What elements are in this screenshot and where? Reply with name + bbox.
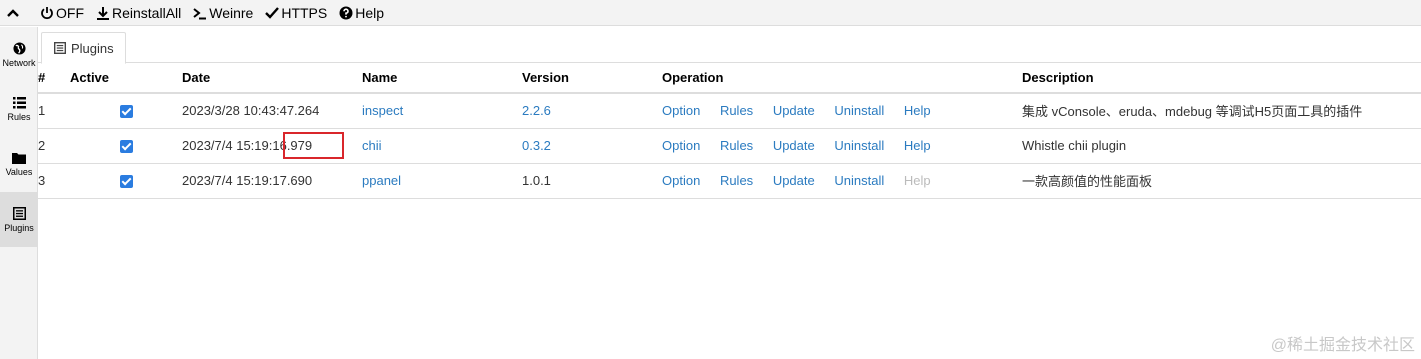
- version-cell: 2.2.6: [522, 93, 662, 129]
- tab-label: Plugins: [71, 40, 114, 56]
- sidebar-item-plugins[interactable]: Plugins: [0, 192, 37, 247]
- header-version: Version: [522, 63, 662, 94]
- version-cell: 0.3.2: [522, 128, 662, 164]
- uninstall-link[interactable]: Uninstall: [834, 103, 884, 118]
- table-row: 3 2023/7/4 15:19:17.690 ppanel 1.0.1 Opt…: [38, 163, 1421, 199]
- name-cell: ppanel: [362, 163, 522, 199]
- help-link[interactable]: Help: [904, 138, 931, 153]
- toggle-off-label: OFF: [56, 4, 84, 21]
- list-alt-icon: [12, 206, 26, 220]
- sidebar-item-network[interactable]: Network: [0, 27, 37, 82]
- watermark: @稀土掘金技术社区: [1270, 337, 1415, 354]
- sidebar-item-label: Rules: [7, 112, 31, 122]
- check-icon: [265, 6, 280, 19]
- update-link[interactable]: Update: [773, 173, 815, 188]
- https-label: HTTPS: [281, 4, 328, 21]
- active-cell: [70, 163, 182, 199]
- top-toolbar: OFF ReinstallAll Weinre HTTPS Help: [0, 0, 1421, 26]
- header-operation: Operation: [662, 63, 1022, 94]
- rules-link[interactable]: Rules: [720, 138, 753, 153]
- toggle-off-button[interactable]: OFF: [34, 0, 90, 26]
- option-link[interactable]: Option: [662, 103, 700, 118]
- weinre-button[interactable]: Weinre: [187, 0, 259, 26]
- option-link[interactable]: Option: [662, 138, 700, 153]
- sidebar-item-label: Values: [5, 167, 33, 177]
- uninstall-link[interactable]: Uninstall: [834, 173, 884, 188]
- list-alt-icon: [54, 42, 66, 54]
- active-cell: [70, 128, 182, 164]
- sidebar-item-label: Network: [2, 57, 36, 68]
- table-header-row: # Active Date Name Version Operation Des…: [38, 63, 1421, 94]
- plugin-name-link[interactable]: ppanel: [362, 173, 401, 188]
- folder-icon: [12, 153, 26, 164]
- active-checkbox[interactable]: [119, 105, 133, 119]
- row-date: 2023/3/28 10:43:47.264: [182, 93, 362, 129]
- active-checkbox[interactable]: [119, 175, 133, 189]
- table-row: 2 2023/7/4 15:19:16.979 chii 0.3.2 Optio…: [38, 128, 1421, 164]
- option-link[interactable]: Option: [662, 173, 700, 188]
- header-active: Active: [70, 63, 182, 94]
- row-num: 2: [38, 128, 70, 164]
- tab-bar: Plugins: [38, 27, 1421, 64]
- operation-cell: Option Rules Update Uninstall Help: [662, 128, 1022, 164]
- help-button[interactable]: Help: [333, 0, 390, 26]
- header-name: Name: [362, 63, 522, 94]
- uninstall-link[interactable]: Uninstall: [834, 138, 884, 153]
- row-date: 2023/7/4 15:19:17.690: [182, 163, 362, 199]
- chevron-up-icon: [7, 8, 19, 17]
- version-cell: 1.0.1: [522, 163, 662, 199]
- header-num: #: [38, 63, 70, 94]
- update-link[interactable]: Update: [773, 103, 815, 118]
- globe-icon: [12, 41, 26, 55]
- question-circle-icon: [339, 6, 353, 19]
- tab-plugins[interactable]: Plugins: [41, 32, 126, 64]
- plugin-name-link[interactable]: chii: [362, 138, 382, 153]
- left-sidebar: Network Rules Values Plugins: [0, 27, 38, 359]
- operation-cell: Option Rules Update Uninstall Help: [662, 163, 1022, 199]
- help-label: Help: [355, 4, 385, 21]
- help-link-disabled: Help: [903, 173, 931, 188]
- operation-cell: Option Rules Update Uninstall Help: [662, 93, 1022, 129]
- name-cell: chii: [362, 128, 522, 164]
- active-checkbox[interactable]: [119, 140, 133, 154]
- reinstall-all-button[interactable]: ReinstallAll: [90, 0, 187, 26]
- sidebar-item-rules[interactable]: Rules: [0, 82, 37, 137]
- download-icon: [97, 6, 109, 20]
- name-cell: inspect: [362, 93, 522, 129]
- table-row: 1 2023/3/28 10:43:47.264 inspect 2.2.6 O…: [38, 93, 1421, 129]
- version-link[interactable]: 2.2.6: [522, 103, 551, 118]
- power-icon: [41, 6, 53, 19]
- rules-link[interactable]: Rules: [720, 173, 753, 188]
- weinre-label: Weinre: [209, 4, 254, 21]
- terminal-icon: [193, 7, 207, 19]
- collapse-toolbar-button[interactable]: [0, 0, 28, 26]
- header-date: Date: [182, 63, 362, 94]
- help-link[interactable]: Help: [904, 103, 931, 118]
- row-description: 一款高颜值的性能面板: [1022, 163, 1421, 199]
- reinstall-all-label: ReinstallAll: [112, 4, 182, 21]
- row-description: Whistle chii plugin: [1022, 128, 1421, 164]
- row-date: 2023/7/4 15:19:16.979: [182, 128, 362, 164]
- active-cell: [70, 93, 182, 129]
- https-button[interactable]: HTTPS: [259, 0, 333, 26]
- sidebar-item-values[interactable]: Values: [0, 137, 37, 192]
- rules-link[interactable]: Rules: [720, 103, 753, 118]
- plugins-table: # Active Date Name Version Operation Des…: [38, 63, 1421, 199]
- sidebar-item-label: Plugins: [4, 222, 34, 233]
- update-link[interactable]: Update: [773, 138, 815, 153]
- header-description: Description: [1022, 63, 1421, 94]
- row-description: 集成 vConsole、eruda、mdebug 等调试H5页面工具的插件: [1022, 93, 1421, 129]
- plugin-name-link[interactable]: inspect: [362, 103, 403, 118]
- row-num: 3: [38, 163, 70, 199]
- row-num: 1: [38, 93, 70, 129]
- list-icon: [12, 97, 26, 109]
- version-link[interactable]: 0.3.2: [522, 138, 551, 153]
